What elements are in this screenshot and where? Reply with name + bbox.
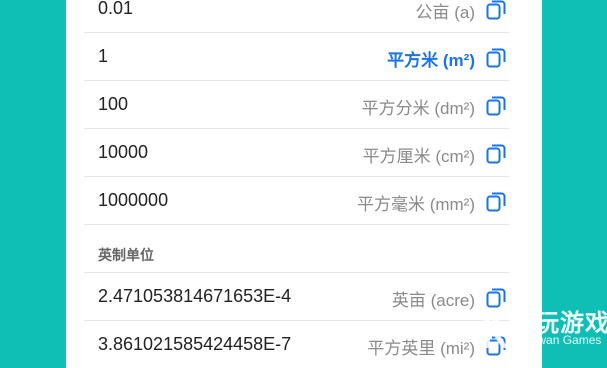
copy-icon[interactable] <box>485 335 507 357</box>
section-title: 英制单位 <box>98 247 154 263</box>
unit-value[interactable]: 2.471053814671653E-4 <box>98 286 291 307</box>
unit-row-are: 0.01 公亩 (a) <box>84 0 509 33</box>
unit-label: 平方英里 (mi²) <box>367 339 475 358</box>
unit-value[interactable]: 10000 <box>98 142 148 163</box>
unit-label: 公亩 (a) <box>415 3 476 22</box>
unit-row-square-centimeter: 10000 平方厘米 (cm²) <box>84 129 509 177</box>
unit-value[interactable]: 0.01 <box>98 0 133 19</box>
unit-value[interactable]: 1 <box>98 46 108 67</box>
copy-icon[interactable] <box>485 191 507 213</box>
conversion-list: 0.01 公亩 (a) 1 平方米 (m²) 100 平方分米 (dm²) 10… <box>84 0 509 368</box>
unit-label-active: 平方米 (m²) <box>387 51 475 70</box>
copy-icon[interactable] <box>485 95 507 117</box>
unit-label: 平方毫米 (mm²) <box>356 195 475 214</box>
unit-label: 平方分米 (dm²) <box>361 99 475 118</box>
copy-icon[interactable] <box>485 47 507 69</box>
unit-row-square-millimeter: 1000000 平方毫米 (mm²) <box>84 177 509 225</box>
unit-row-square-meter: 1 平方米 (m²) <box>84 33 509 81</box>
unit-value[interactable]: 1000000 <box>98 190 168 211</box>
conversion-card: 0.01 公亩 (a) 1 平方米 (m²) 100 平方分米 (dm²) 10… <box>66 0 542 368</box>
copy-icon[interactable] <box>485 0 507 21</box>
copy-icon[interactable] <box>485 143 507 165</box>
unit-label: 英亩 (acre) <box>391 291 475 310</box>
unit-row-square-mile: 3.861021585424458E-7 平方英里 (mi²) <box>84 321 509 368</box>
unit-label: 平方厘米 (cm²) <box>362 147 475 166</box>
unit-row-acre: 2.471053814671653E-4 英亩 (acre) <box>84 273 509 321</box>
unit-value[interactable]: 100 <box>98 94 128 115</box>
unit-row-square-decimeter: 100 平方分米 (dm²) <box>84 81 509 129</box>
copy-icon[interactable] <box>485 287 507 309</box>
section-header-imperial: 英制单位 <box>84 225 509 273</box>
unit-value[interactable]: 3.861021585424458E-7 <box>98 334 291 355</box>
